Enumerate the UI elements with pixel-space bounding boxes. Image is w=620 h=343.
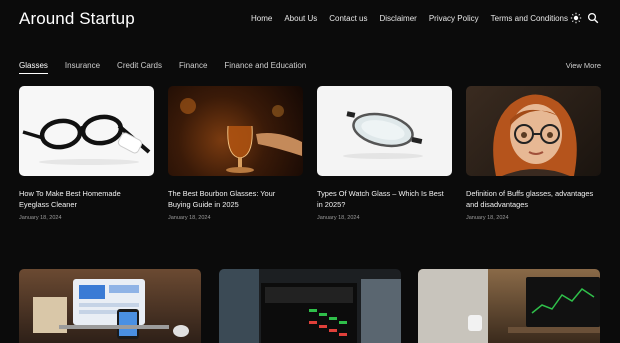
nav-contact-us[interactable]: Contact us xyxy=(329,14,367,23)
site-logo[interactable]: Around Startup xyxy=(19,9,135,29)
view-more-link[interactable]: View More xyxy=(566,61,601,70)
tab-finance-education[interactable]: Finance and Education xyxy=(224,61,306,74)
post-thumbnail[interactable] xyxy=(19,86,154,176)
post-thumbnail[interactable] xyxy=(219,269,401,343)
tab-finance[interactable]: Finance xyxy=(179,61,207,74)
watch-glass-image xyxy=(343,111,423,159)
eyeglasses-image xyxy=(22,114,151,165)
tab-insurance[interactable]: Insurance xyxy=(65,61,100,74)
nav-home[interactable]: Home xyxy=(251,14,272,23)
trading-screens-image xyxy=(219,269,401,343)
post-thumbnail[interactable] xyxy=(317,86,452,176)
post-thumbnail[interactable] xyxy=(19,269,201,343)
category-tabs: Glasses Insurance Credit Cards Finance F… xyxy=(19,61,306,74)
girl-glasses-image xyxy=(493,94,577,176)
post-title[interactable]: Definition of Buffs glasses, advantages … xyxy=(466,188,594,211)
post-title[interactable]: How To Make Best Homemade Eyeglass Clean… xyxy=(19,188,147,211)
post-card: The Best Bourbon Glasses: Your Buying Gu… xyxy=(168,86,303,221)
tab-glasses[interactable]: Glasses xyxy=(19,61,48,74)
post-thumbnail[interactable] xyxy=(466,86,601,176)
nav-privacy-policy[interactable]: Privacy Policy xyxy=(429,14,479,23)
tab-credit-cards[interactable]: Credit Cards xyxy=(117,61,162,74)
nav-terms[interactable]: Terms and Conditions xyxy=(491,14,568,23)
post-card: Definition of Buffs glasses, advantages … xyxy=(466,86,601,221)
laptop-chart-image xyxy=(418,269,600,343)
post-title[interactable]: The Best Bourbon Glasses: Your Buying Gu… xyxy=(168,188,296,211)
post-date: January 18, 2024 xyxy=(466,214,509,221)
bourbon-glass-image xyxy=(180,98,302,173)
post-title[interactable]: Types Of Watch Glass – Which Is Best in … xyxy=(317,188,445,211)
sun-icon[interactable] xyxy=(570,12,582,24)
search-icon[interactable] xyxy=(587,12,599,24)
main-nav: Home About Us Contact us Disclaimer Priv… xyxy=(251,14,568,23)
post-date: January 18, 2024 xyxy=(317,214,360,221)
post-date: January 18, 2024 xyxy=(19,214,62,221)
post-card: How To Make Best Homemade Eyeglass Clean… xyxy=(19,86,154,221)
post-thumbnail[interactable] xyxy=(168,86,303,176)
nav-about-us[interactable]: About Us xyxy=(284,14,317,23)
nav-disclaimer[interactable]: Disclaimer xyxy=(379,14,416,23)
laptop-dashboard-image xyxy=(33,279,189,339)
site-header: Around Startup Home About Us Contact us … xyxy=(0,0,620,40)
post-card: Types Of Watch Glass – Which Is Best in … xyxy=(317,86,452,221)
post-date: January 18, 2024 xyxy=(168,214,211,221)
post-thumbnail[interactable] xyxy=(418,269,600,343)
